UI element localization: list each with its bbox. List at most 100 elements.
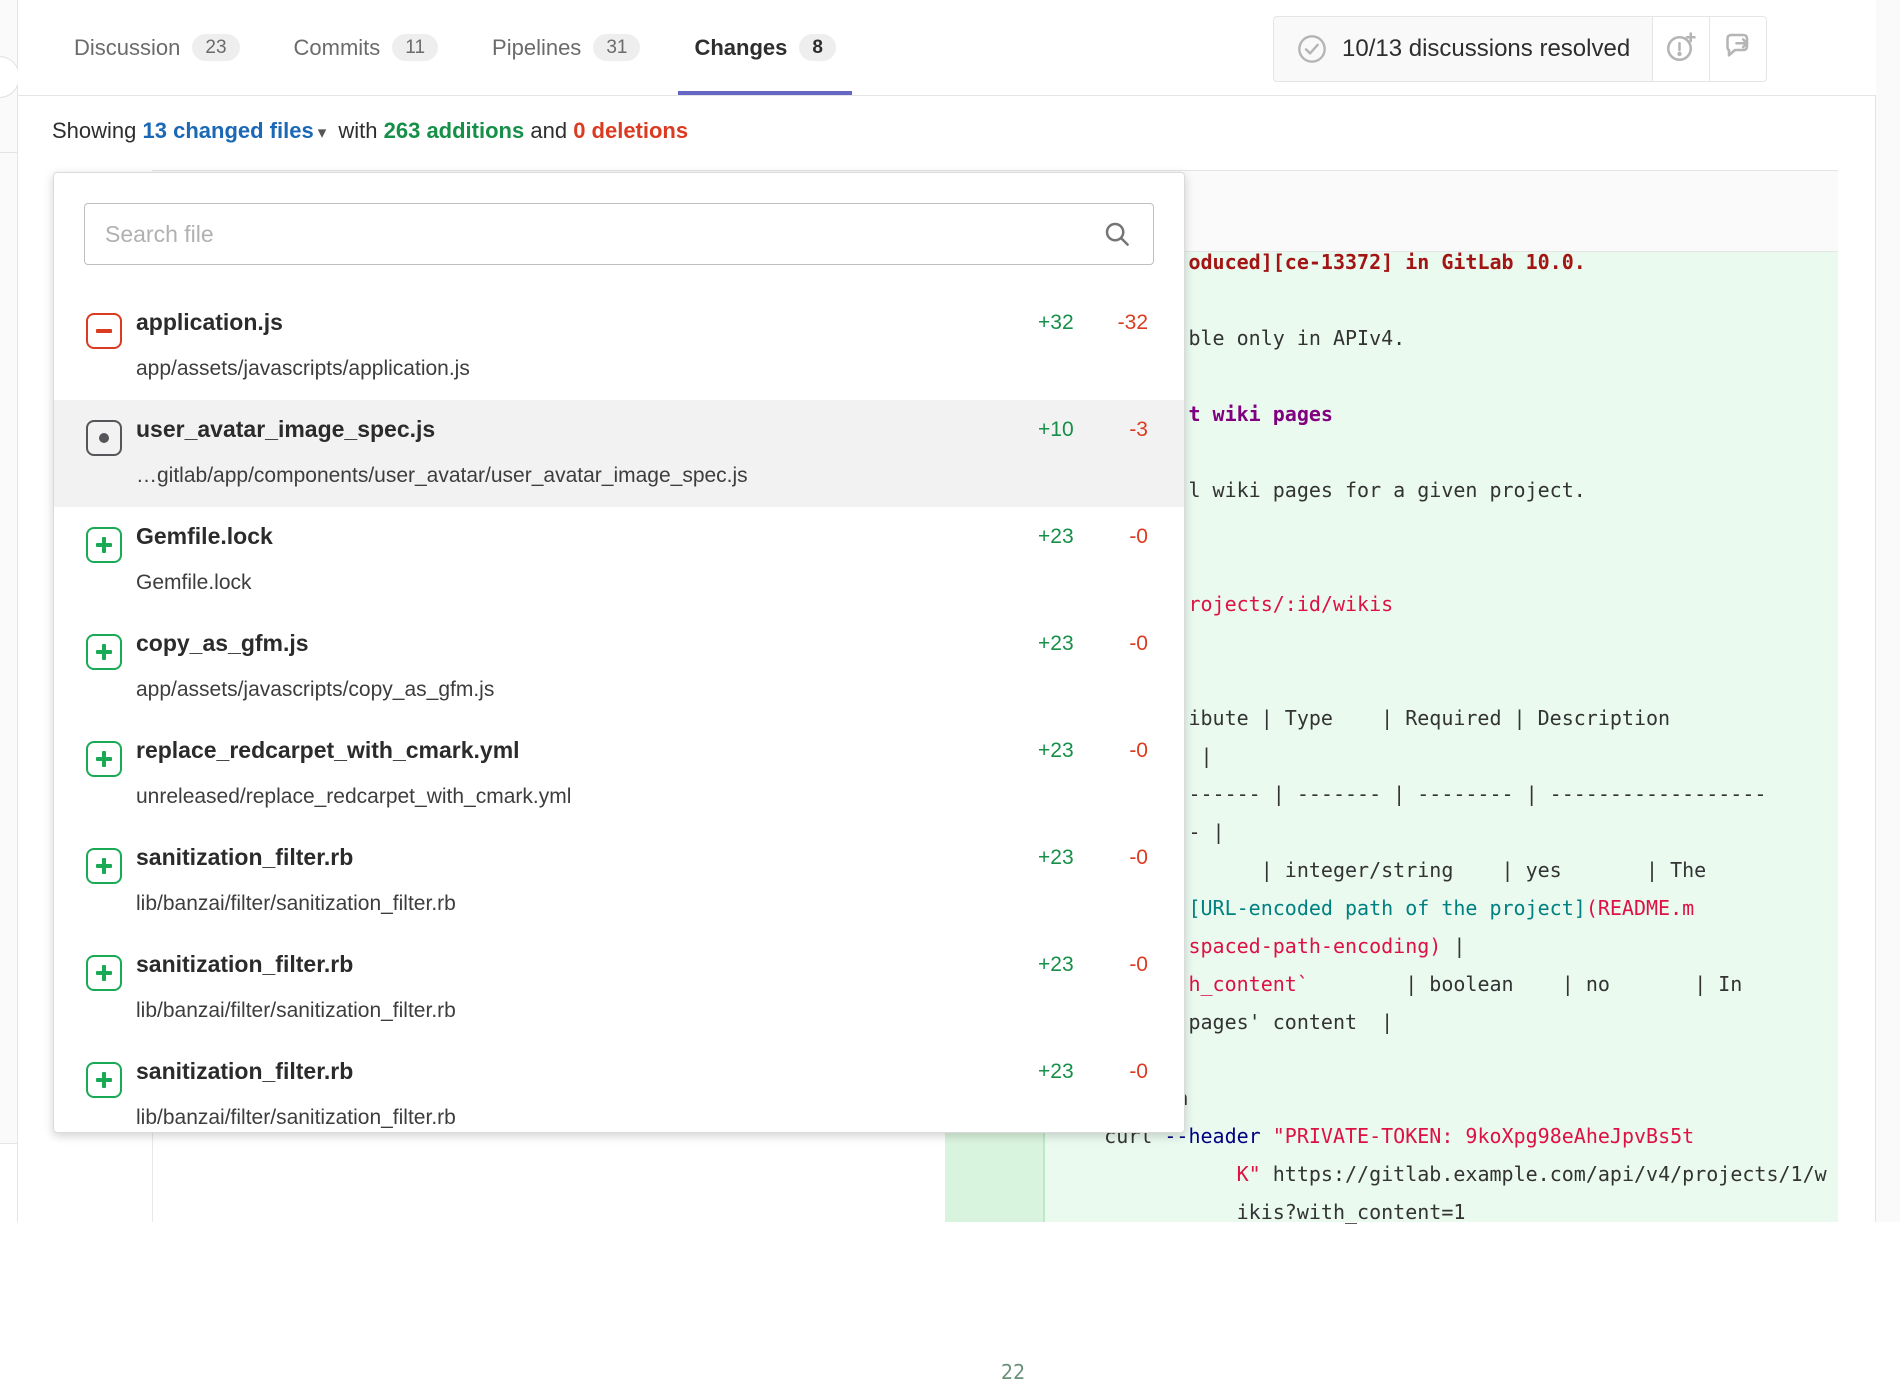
file-diff-stats: +23 -0 <box>1038 632 1148 656</box>
file-diff-stats: +23 -0 <box>1038 953 1148 977</box>
file-name: sanitization_filter.rb <box>136 1058 1154 1084</box>
new-file-icon <box>86 634 122 670</box>
new-file-icon <box>86 955 122 991</box>
file-option[interactable]: Gemfile.lockGemfile.lock+23-0 <box>54 507 1184 614</box>
file-deletions: -32 <box>1118 311 1148 335</box>
deleted-lines-file-icon <box>86 313 122 349</box>
file-path: lib/banzai/filter/sanitization_filter.rb <box>136 999 1154 1023</box>
file-option[interactable]: sanitization_filter.rb lib/banzai/filter/… <box>54 828 1184 935</box>
tab-label: Commits <box>294 35 381 61</box>
left-page-edge <box>0 0 18 1222</box>
file-texts: sanitization_filter.rb lib/banzai/filter/… <box>136 844 1154 916</box>
chevron-down-icon[interactable]: ▾ <box>318 123 327 142</box>
file-texts: Gemfile.lock Gemfile.lock <box>136 523 1154 595</box>
file-option[interactable]: copy_as_gfm.jsapp/assets/javascripts/cop… <box>54 614 1184 721</box>
file-name: sanitization_filter.rb <box>136 844 1154 870</box>
file-list: application.js app/assets/javascripts/app… <box>54 293 1184 1133</box>
new-file-icon <box>86 848 122 884</box>
file-path: …gitlab/app/components/user_avatar/user_… <box>136 464 1154 488</box>
file-name: user_avatar_image_spec.js <box>136 416 1154 442</box>
file-diff-stats: +23 -0 <box>1038 1060 1148 1084</box>
file-additions: +23 <box>1038 1060 1074 1084</box>
changes-summary: Showing 13 changed files▾ with 263 addit… <box>52 118 688 144</box>
file-diff-stats: +23 -0 <box>1038 525 1148 549</box>
code-line: K" https://gitlab.example.com/api/v4/pro… <box>1056 1155 1827 1193</box>
file-additions: +23 <box>1038 953 1074 977</box>
tab-label: Discussion <box>74 35 180 61</box>
tab-pipelines[interactable]: Pipelines 31 <box>476 0 656 95</box>
resolve-in-new-issue-button[interactable] <box>1652 16 1709 82</box>
file-texts: sanitization_filter.rb lib/banzai/filter/… <box>136 1058 1154 1130</box>
code-line: ikis?with_content=1 <box>1056 1193 1827 1231</box>
file-name: Gemfile.lock <box>136 523 1154 549</box>
file-search-input[interactable] <box>84 203 1154 265</box>
file-name: application.js <box>136 309 1154 335</box>
file-deletions: -3 <box>1129 418 1148 442</box>
tab-count-badge: 23 <box>192 34 239 61</box>
check-circle-icon <box>1296 33 1328 65</box>
summary-with: with <box>338 118 377 143</box>
file-option[interactable]: sanitization_filter.rb lib/banzai/filter/… <box>54 935 1184 1042</box>
resolve-in-new-issue-icon <box>1663 29 1699 70</box>
tab-discussion[interactable]: Discussion 23 <box>58 0 256 95</box>
file-additions: +10 <box>1038 418 1074 442</box>
file-deletions: -0 <box>1129 632 1148 656</box>
file-additions: +23 <box>1038 525 1074 549</box>
diff-line-number: 22 <box>945 1360 1025 1384</box>
file-additions: +23 <box>1038 846 1074 870</box>
file-path: lib/banzai/filter/sanitization_filter.rb <box>136 892 1154 916</box>
additions-count: 263 additions <box>384 118 525 143</box>
tab-label: Changes <box>694 35 787 61</box>
summary-prefix: Showing <box>52 118 136 143</box>
discussions-resolved-group: 10/13 discussions resolved <box>1273 16 1767 82</box>
file-deletions: -0 <box>1129 846 1148 870</box>
new-file-icon <box>86 1062 122 1098</box>
file-diff-stats: +32 -32 <box>1038 311 1148 335</box>
file-deletions: -0 <box>1129 525 1148 549</box>
file-additions: +23 <box>1038 739 1074 763</box>
file-diff-stats: +23 -0 <box>1038 846 1148 870</box>
file-name: sanitization_filter.rb <box>136 951 1154 977</box>
file-texts: replace_redcarpet_with_cmark.yml unreleas… <box>136 737 1154 809</box>
file-path: Gemfile.lock <box>136 571 1154 595</box>
modified-file-icon <box>86 420 122 456</box>
changed-files-dropdown-toggle[interactable]: 13 changed files <box>143 118 314 143</box>
tab-count-badge: 8 <box>799 34 836 61</box>
file-diff-stats: +10 -3 <box>1038 418 1148 442</box>
file-option[interactable]: user_avatar_image_spec.js …gitlab/app/com… <box>54 400 1184 507</box>
file-option[interactable]: application.js app/assets/javascripts/app… <box>54 293 1184 400</box>
file-texts: application.js app/assets/javascripts/app… <box>136 309 1154 381</box>
left-edge-divider <box>0 152 17 153</box>
file-option[interactable]: sanitization_filter.rb lib/banzai/filter/… <box>54 1042 1184 1133</box>
search-icon <box>1102 219 1132 254</box>
file-option[interactable]: replace_redcarpet_with_cmark.yml unreleas… <box>54 721 1184 828</box>
deletions-count: 0 deletions <box>573 118 688 143</box>
right-page-edge <box>1875 0 1900 1222</box>
file-path: app/assets/javascripts/application.js <box>136 357 1154 381</box>
file-search <box>84 203 1154 265</box>
jump-to-next-discussion-button[interactable] <box>1709 16 1767 82</box>
tab-label: Pipelines <box>492 35 581 61</box>
file-texts: copy_as_gfm.jsapp/assets/javascripts/cop… <box>136 630 1154 702</box>
tab-changes[interactable]: Changes 8 <box>678 0 852 95</box>
tab-count-badge: 31 <box>593 34 640 61</box>
file-texts: user_avatar_image_spec.js …gitlab/app/com… <box>136 416 1154 488</box>
new-file-icon <box>86 527 122 563</box>
resolved-status-text: 10/13 discussions resolved <box>1342 35 1630 63</box>
file-name: replace_redcarpet_with_cmark.yml <box>136 737 1154 763</box>
changed-files-dropdown: application.js app/assets/javascripts/app… <box>53 172 1185 1133</box>
summary-and: and <box>530 118 567 143</box>
file-path: lib/banzai/filter/sanitization_filter.rb <box>136 1106 1154 1130</box>
file-diff-stats: +23-0 <box>1038 739 1148 763</box>
file-deletions: -0 <box>1129 1060 1148 1084</box>
file-additions: +32 <box>1038 311 1074 335</box>
file-path: app/assets/javascripts/copy_as_gfm.js <box>136 678 1154 702</box>
file-path: unreleased/replace_redcarpet_with_cmark.… <box>136 785 1154 809</box>
new-file-icon <box>86 741 122 777</box>
file-additions: +23 <box>1038 632 1074 656</box>
jump-to-next-discussion-icon <box>1720 29 1756 70</box>
tab-count-badge: 11 <box>392 34 438 61</box>
file-deletions: -0 <box>1129 953 1148 977</box>
file-texts: sanitization_filter.rb lib/banzai/filter/… <box>136 951 1154 1023</box>
tab-commits[interactable]: Commits 11 <box>278 0 455 95</box>
